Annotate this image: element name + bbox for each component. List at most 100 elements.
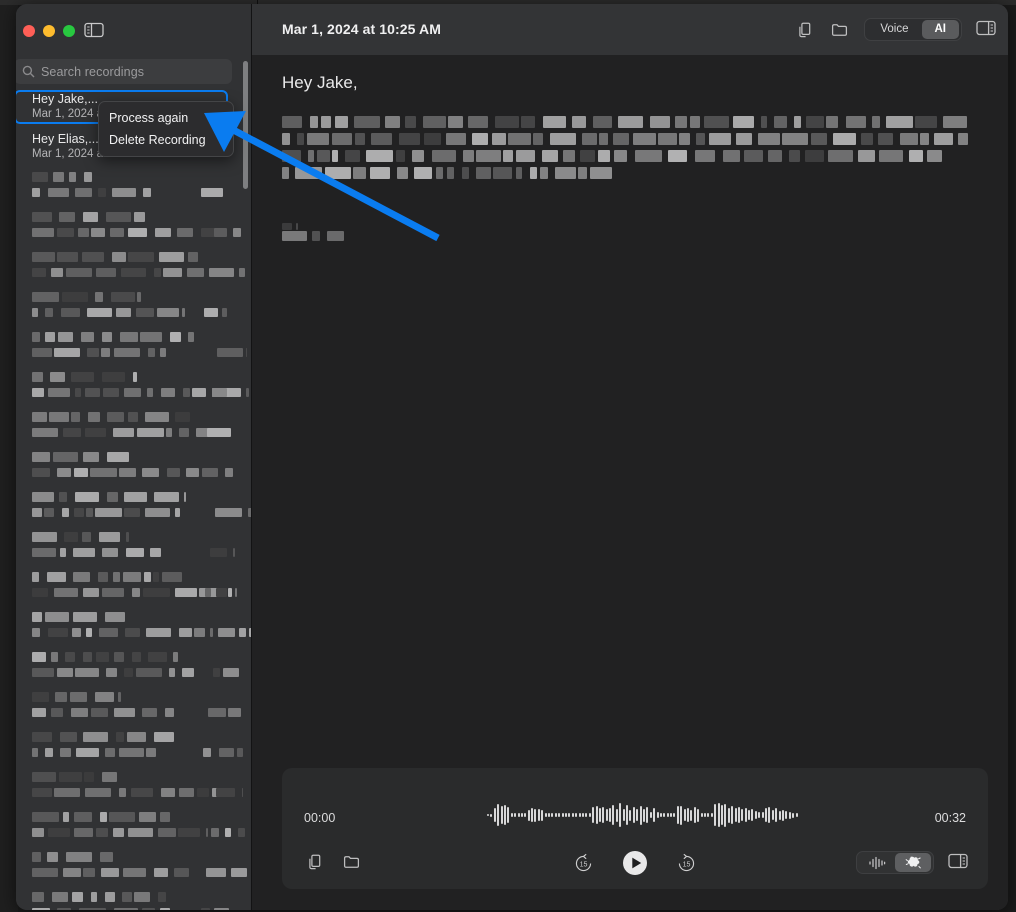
- waveform-bar: [589, 813, 591, 817]
- redacted-text-block: [858, 150, 875, 162]
- redacted-text-block: [590, 167, 612, 179]
- redacted-text-block: [124, 388, 141, 397]
- zoom-button[interactable]: [63, 25, 75, 37]
- waveform-bar: [602, 807, 604, 823]
- redacted-text-block: [124, 508, 140, 517]
- menu-item-delete-recording[interactable]: Delete Recording: [99, 129, 233, 151]
- redacted-text-block: [69, 172, 76, 182]
- list-item[interactable]: [16, 648, 252, 688]
- redacted-text-block: [184, 492, 186, 502]
- list-item[interactable]: [16, 888, 252, 910]
- redacted-text-block: [83, 588, 99, 597]
- mode-option-voice[interactable]: Voice: [867, 20, 921, 39]
- redacted-text-block: [768, 150, 782, 162]
- list-item[interactable]: [16, 728, 252, 768]
- waveform-scrubber[interactable]: [487, 794, 827, 836]
- redacted-text-block: [208, 708, 226, 717]
- redacted-text-block: [32, 468, 50, 477]
- list-item[interactable]: [16, 288, 252, 328]
- redacted-text-block: [165, 708, 174, 717]
- redacted-list-items[interactable]: [16, 168, 252, 910]
- waveform-bar: [711, 813, 713, 817]
- list-item[interactable]: [16, 368, 252, 408]
- minimize-button[interactable]: [43, 25, 55, 37]
- list-item[interactable]: [16, 168, 252, 208]
- recordings-list[interactable]: Hey Jake,... Mar 1, 2024 at Hey Elias,..…: [16, 88, 252, 910]
- redacted-text-block: [282, 231, 307, 241]
- redacted-text-block: [216, 588, 227, 597]
- redacted-text-block: [114, 348, 140, 357]
- list-item[interactable]: [16, 408, 252, 448]
- redacted-text-block: [909, 150, 923, 162]
- list-item[interactable]: [16, 808, 252, 848]
- redacted-line: [282, 149, 974, 166]
- list-item[interactable]: [16, 568, 252, 608]
- redacted-text-block: [74, 828, 93, 837]
- document-signature-redacted: [282, 223, 402, 244]
- list-item[interactable]: [16, 688, 252, 728]
- mode-option-ai[interactable]: AI: [922, 20, 960, 39]
- redacted-line: [282, 166, 974, 183]
- forward-15-icon[interactable]: 15: [676, 853, 697, 879]
- redacted-text-block: [447, 167, 454, 179]
- list-item[interactable]: [16, 768, 252, 808]
- redacted-text-block: [159, 252, 184, 262]
- rewind-15-icon[interactable]: 15: [573, 853, 594, 879]
- search-input[interactable]: Search recordings: [16, 59, 232, 84]
- list-item[interactable]: [16, 248, 252, 288]
- redacted-text-block: [370, 167, 390, 179]
- close-button[interactable]: [23, 25, 35, 37]
- sidebar-scrollbar[interactable]: [243, 61, 248, 189]
- redacted-text-block: [308, 150, 314, 162]
- redacted-text-block: [242, 788, 243, 797]
- redacted-text-block: [60, 748, 71, 757]
- redacted-text-block: [182, 668, 194, 677]
- redacted-text-block: [146, 628, 171, 637]
- redacted-text-block: [312, 231, 320, 241]
- redacted-text-block: [32, 772, 56, 782]
- inspector-toggle-icon[interactable]: [976, 20, 996, 40]
- inspector-toggle-icon[interactable]: [948, 853, 968, 873]
- redacted-text-block: [201, 908, 210, 910]
- redacted-text-block: [327, 231, 344, 241]
- folder-icon[interactable]: [830, 20, 850, 40]
- waveform-bar: [572, 813, 574, 817]
- redacted-text-block: [563, 150, 575, 162]
- list-item[interactable]: [16, 208, 252, 248]
- list-item[interactable]: [16, 488, 252, 528]
- list-item[interactable]: [16, 328, 252, 368]
- redacted-text-block: [78, 228, 89, 237]
- sidebar-toggle-icon[interactable]: [84, 22, 104, 38]
- context-menu[interactable]: Process again Delete Recording: [98, 101, 234, 157]
- waveform-icon[interactable]: [859, 853, 895, 872]
- copy-documents-icon[interactable]: [796, 20, 816, 40]
- redacted-text-block: [83, 732, 108, 742]
- waveform-bar: [785, 811, 787, 819]
- menu-item-process-again[interactable]: Process again: [99, 107, 233, 129]
- redacted-text-block: [47, 572, 66, 582]
- redacted-text-block: [84, 772, 94, 782]
- view-mode-segmented-control[interactable]: [856, 851, 934, 874]
- mode-segmented-control[interactable]: Voice AI: [864, 18, 962, 41]
- redacted-text-block: [59, 492, 67, 502]
- redacted-text-block: [101, 868, 119, 877]
- list-item[interactable]: [16, 448, 252, 488]
- waveform-bar: [677, 806, 679, 824]
- redacted-text-block: [32, 828, 44, 837]
- redacted-text-block: [121, 268, 146, 277]
- redacted-text-block: [599, 133, 608, 145]
- redacted-text-block: [153, 572, 159, 582]
- brain-icon[interactable]: [895, 853, 931, 872]
- redacted-text-block: [476, 167, 491, 179]
- redacted-text-block: [71, 372, 94, 382]
- play-icon[interactable]: [622, 850, 648, 881]
- list-item[interactable]: [16, 608, 252, 648]
- list-item[interactable]: [16, 848, 252, 888]
- waveform-bar: [697, 809, 699, 822]
- redacted-text-block: [142, 908, 155, 910]
- redacted-text-block: [32, 868, 58, 877]
- redacted-text-block: [145, 508, 170, 517]
- list-item[interactable]: [16, 528, 252, 568]
- redacted-text-block: [555, 167, 576, 179]
- redacted-text-block: [332, 150, 338, 162]
